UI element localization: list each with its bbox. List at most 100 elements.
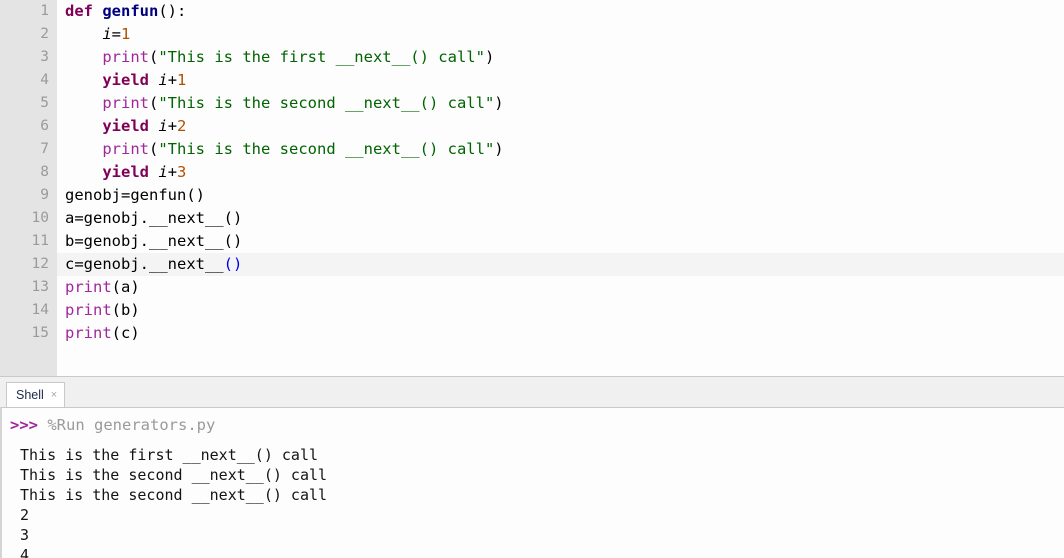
code-token: def [65,2,93,20]
code-line[interactable]: print(a) [0,276,1064,299]
shell-output-line: This is the first __next__() call [20,446,319,464]
code-line[interactable]: print(b) [0,299,1064,322]
code-line[interactable]: genobj=genfun() [0,184,1064,207]
code-token: ( [149,94,159,112]
code-token: print [102,48,149,66]
code-line[interactable]: b=genobj.__next__() [0,230,1064,253]
code-token: (c) [111,324,140,342]
code-token: "This is the second __next__() call" [158,94,495,112]
code-token: + [167,117,178,135]
line-number: 4 [40,72,49,88]
line-number: 11 [31,233,49,249]
code-token: i [158,117,168,135]
line-number: 6 [40,118,49,134]
line-number: 1 [40,3,49,19]
shell-run-command: %Run generators.py [47,416,216,434]
code-token: () [223,255,243,273]
shell-prompt-line: >>> %Run generators.py [2,415,1064,435]
code-editor-pane[interactable]: 1 2 3 4 5 6 7 8 9 10 11 12 13 14 15 def genfun(): i=1 … [0,0,1064,377]
line-number: 8 [40,164,49,180]
code-line[interactable]: c=genobj.__next__() [0,253,1064,276]
shell-spacer [2,435,1064,445]
line-number: 14 [31,302,49,318]
line-number: 7 [40,141,49,157]
code-line[interactable]: a=genobj.__next__() [0,207,1064,230]
thonny-window: 1 2 3 4 5 6 7 8 9 10 11 12 13 14 15 def genfun(): i=1 … [0,0,1064,558]
code-token: print [65,278,112,296]
code-token: 1 [177,71,187,89]
tab-shell[interactable]: Shell × [6,382,66,407]
line-number: 5 [40,95,49,111]
code-line[interactable]: print("This is the second __next__() cal… [0,138,1064,161]
code-token: genobj=genfun() [65,186,205,204]
code-token: "This is the first __next__() call" [158,48,485,66]
line-number: 9 [40,187,49,203]
shell-pane[interactable]: >>> %Run generators.py This is the first… [0,407,1064,558]
code-token: ) [484,48,495,66]
code-token: i [102,25,112,43]
code-token: 3 [177,163,187,181]
shell-output-list: This is the first __next__() call This is… [2,445,1064,558]
code-token: print [65,324,112,342]
code-token: yield [102,71,149,89]
shell-output-line: 3 [20,526,30,544]
code-text-area[interactable]: def genfun(): i=1 print("This is the fir… [0,0,1064,376]
code-token: i [158,71,168,89]
code-token: genfun [102,2,159,20]
shell-output-line: This is the second __next__() call [20,486,328,504]
shell-output-line: This is the second __next__() call [20,466,328,484]
code-line[interactable]: print("This is the first __next__() call… [0,46,1064,69]
code-token: + [167,163,178,181]
shell-output-line: 2 [20,506,30,524]
code-token: "This is the second __next__() call" [158,140,495,158]
line-number: 15 [31,325,49,341]
code-token: yield [102,163,149,181]
code-token: = [111,25,122,43]
code-token: (): [158,2,187,20]
code-token: i [158,163,168,181]
line-number: 12 [31,256,49,272]
code-token: ( [149,48,159,66]
code-token: (b) [111,301,140,319]
code-token: ) [494,94,504,112]
code-token: 1 [121,25,131,43]
code-token: print [102,140,149,158]
line-number: 3 [40,49,49,65]
code-line[interactable]: yield i+2 [0,115,1064,138]
code-line[interactable]: print(c) [0,322,1064,345]
code-token: 2 [177,117,187,135]
code-token: print [65,301,112,319]
line-number: 13 [31,279,49,295]
shell-prompt-symbol: >>> [10,416,38,434]
code-token: ( [149,140,159,158]
shell-tab-strip[interactable]: Shell × [0,377,1064,407]
line-number-gutter: 1 2 3 4 5 6 7 8 9 10 11 12 13 14 15 [0,0,57,376]
code-line[interactable]: i=1 [0,23,1064,46]
code-line[interactable]: yield i+1 [0,69,1064,92]
shell-output-line: 4 [20,546,30,558]
code-token: c=genobj.__next__ [65,255,224,273]
line-number: 10 [31,210,49,226]
tab-label: Shell [16,388,44,402]
code-token: print [102,94,149,112]
code-token: + [167,71,178,89]
code-token: (a) [111,278,140,296]
close-icon[interactable]: × [51,389,57,401]
code-line[interactable]: print("This is the second __next__() cal… [0,92,1064,115]
code-line[interactable]: yield i+3 [0,161,1064,184]
code-line[interactable]: def genfun(): [0,0,1064,23]
code-token: yield [102,117,149,135]
code-token: ) [494,140,504,158]
line-number: 2 [40,26,49,42]
code-token: a=genobj.__next__() [65,209,243,227]
